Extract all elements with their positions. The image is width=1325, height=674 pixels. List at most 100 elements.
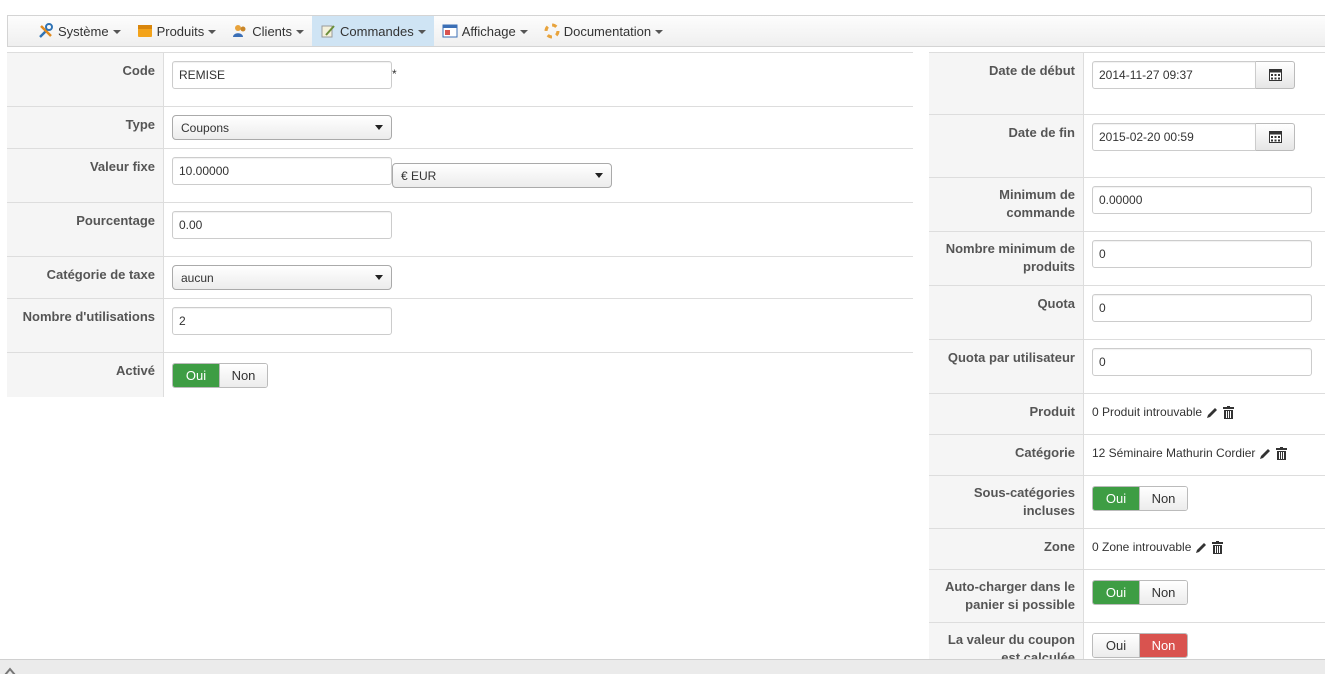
chevron-down-icon — [296, 30, 305, 34]
currency-select-value: € EUR — [401, 168, 437, 183]
code-label: Code — [7, 53, 164, 106]
min-products-label: Nombre minimum de produits — [929, 232, 1084, 285]
type-select[interactable]: Coupons — [172, 115, 392, 140]
clients-users-icon — [232, 23, 248, 39]
coupon-restrictions-form: Date de début Date de fin Minimum de com… — [929, 52, 1325, 660]
row-code: Code * — [7, 52, 913, 107]
autoload-no-option[interactable]: Non — [1139, 581, 1187, 604]
row-quota-per-user: Quota par utilisateur — [929, 340, 1325, 394]
end-date-calendar-button[interactable] — [1256, 123, 1295, 151]
chevron-down-icon — [417, 30, 426, 34]
pencil-icon[interactable] — [1195, 541, 1208, 554]
menu-systeme[interactable]: Système — [30, 16, 129, 46]
menu-commandes[interactable]: Commandes — [312, 16, 434, 46]
autoload-yes-option[interactable]: Oui — [1093, 581, 1139, 604]
chevron-down-icon — [595, 173, 603, 178]
start-date-calendar-button[interactable] — [1256, 61, 1295, 89]
menu-clients[interactable]: Clients — [224, 16, 312, 46]
row-usage-count: Nombre d'utilisations — [7, 299, 913, 353]
row-autoload: Auto-charger dans le panier si possible … — [929, 570, 1325, 623]
min-order-label: Minimum de commande — [929, 178, 1084, 231]
product-label: Produit — [929, 394, 1084, 434]
end-date-label: Date de fin — [929, 115, 1084, 177]
row-active: Activé Oui Non — [7, 353, 913, 397]
required-marker: * — [392, 67, 397, 81]
menu-clients-label: Clients — [252, 23, 293, 39]
chevron-down-icon — [375, 275, 383, 280]
type-label: Type — [7, 107, 164, 148]
menu-produits-label: Produits — [156, 23, 205, 39]
row-min-order: Minimum de commande — [929, 178, 1325, 232]
menu-affichage-label: Affichage — [461, 23, 516, 39]
menu-documentation[interactable]: Documentation — [536, 16, 671, 46]
calendar-icon — [1268, 69, 1282, 81]
pencil-icon[interactable] — [1259, 447, 1272, 460]
tax-category-select-value: aucun — [181, 270, 214, 285]
quota-per-user-label: Quota par utilisateur — [929, 340, 1084, 393]
coupon-value-label: La valeur du coupon est calculée — [929, 623, 1084, 660]
usage-count-label: Nombre d'utilisations — [7, 299, 164, 352]
fixed-value-label: Valeur fixe — [7, 149, 164, 202]
chevron-down-icon — [208, 30, 217, 34]
row-start-date: Date de début — [929, 52, 1325, 115]
start-date-input[interactable] — [1092, 61, 1256, 89]
quota-input[interactable] — [1092, 294, 1312, 322]
chevron-down-icon — [519, 30, 528, 34]
percentage-label: Pourcentage — [7, 203, 164, 256]
row-zone: Zone 0 Zone introuvable — [929, 529, 1325, 570]
category-value: 12 Séminaire Mathurin Cordier — [1092, 446, 1256, 460]
wrench-screwdriver-icon — [38, 23, 54, 39]
chevron-down-icon — [375, 125, 383, 130]
quota-per-user-input[interactable] — [1092, 348, 1312, 376]
trash-icon[interactable] — [1223, 405, 1235, 419]
trash-icon[interactable] — [1276, 446, 1288, 460]
main-menu-bar: Système Produits Clients Commandes Affic… — [7, 15, 1325, 47]
product-value: 0 Produit introuvable — [1092, 405, 1203, 419]
menu-documentation-label: Documentation — [563, 23, 652, 39]
trash-icon[interactable] — [1212, 540, 1224, 554]
pencil-icon[interactable] — [1206, 406, 1219, 419]
tax-category-label: Catégorie de taxe — [7, 257, 164, 298]
coupon-value-yes-option[interactable]: Oui — [1093, 634, 1139, 657]
subcategories-no-option[interactable]: Non — [1139, 487, 1187, 510]
orders-pen-icon — [320, 23, 336, 39]
currency-select[interactable]: € EUR — [392, 163, 612, 188]
end-date-input[interactable] — [1092, 123, 1256, 151]
menu-commandes-label: Commandes — [340, 23, 414, 39]
calendar-icon — [1268, 131, 1282, 143]
min-products-input[interactable] — [1092, 240, 1312, 268]
tax-category-select[interactable]: aucun — [172, 265, 392, 290]
row-subcategories: Sous-catégories incluses Oui Non — [929, 476, 1325, 529]
menu-affichage[interactable]: Affichage — [434, 16, 536, 46]
row-type: Type Coupons — [7, 107, 913, 149]
status-icon — [4, 666, 16, 674]
fixed-value-input[interactable] — [172, 157, 392, 185]
documentation-lifebuoy-icon — [544, 23, 560, 39]
row-fixed-value: Valeur fixe € EUR — [7, 149, 913, 203]
row-percentage: Pourcentage — [7, 203, 913, 257]
zone-value: 0 Zone introuvable — [1092, 540, 1192, 554]
subcategories-toggle: Oui Non — [1092, 486, 1188, 511]
row-coupon-value: La valeur du coupon est calculée Oui Non — [929, 623, 1325, 660]
zone-label: Zone — [929, 529, 1084, 569]
chevron-down-icon — [112, 30, 121, 34]
row-end-date: Date de fin — [929, 115, 1325, 178]
type-select-value: Coupons — [181, 120, 230, 135]
menu-produits[interactable]: Produits — [129, 16, 225, 46]
quota-label: Quota — [929, 286, 1084, 339]
active-yes-option[interactable]: Oui — [173, 364, 219, 387]
coupon-value-no-option[interactable]: Non — [1139, 634, 1187, 657]
row-tax-category: Catégorie de taxe aucun — [7, 257, 913, 299]
active-label: Activé — [7, 353, 164, 397]
start-date-label: Date de début — [929, 53, 1084, 114]
min-order-input[interactable] — [1092, 186, 1312, 214]
usage-count-input[interactable] — [172, 307, 392, 335]
row-product: Produit 0 Produit introuvable — [929, 394, 1325, 435]
percentage-input[interactable] — [172, 211, 392, 239]
code-input[interactable] — [172, 61, 392, 89]
coupon-main-form: Code * Type Coupons Valeur fixe € EUR Po… — [7, 52, 913, 397]
category-label: Catégorie — [929, 435, 1084, 475]
subcategories-label: Sous-catégories incluses — [929, 476, 1084, 528]
subcategories-yes-option[interactable]: Oui — [1093, 487, 1139, 510]
active-no-option[interactable]: Non — [219, 364, 267, 387]
